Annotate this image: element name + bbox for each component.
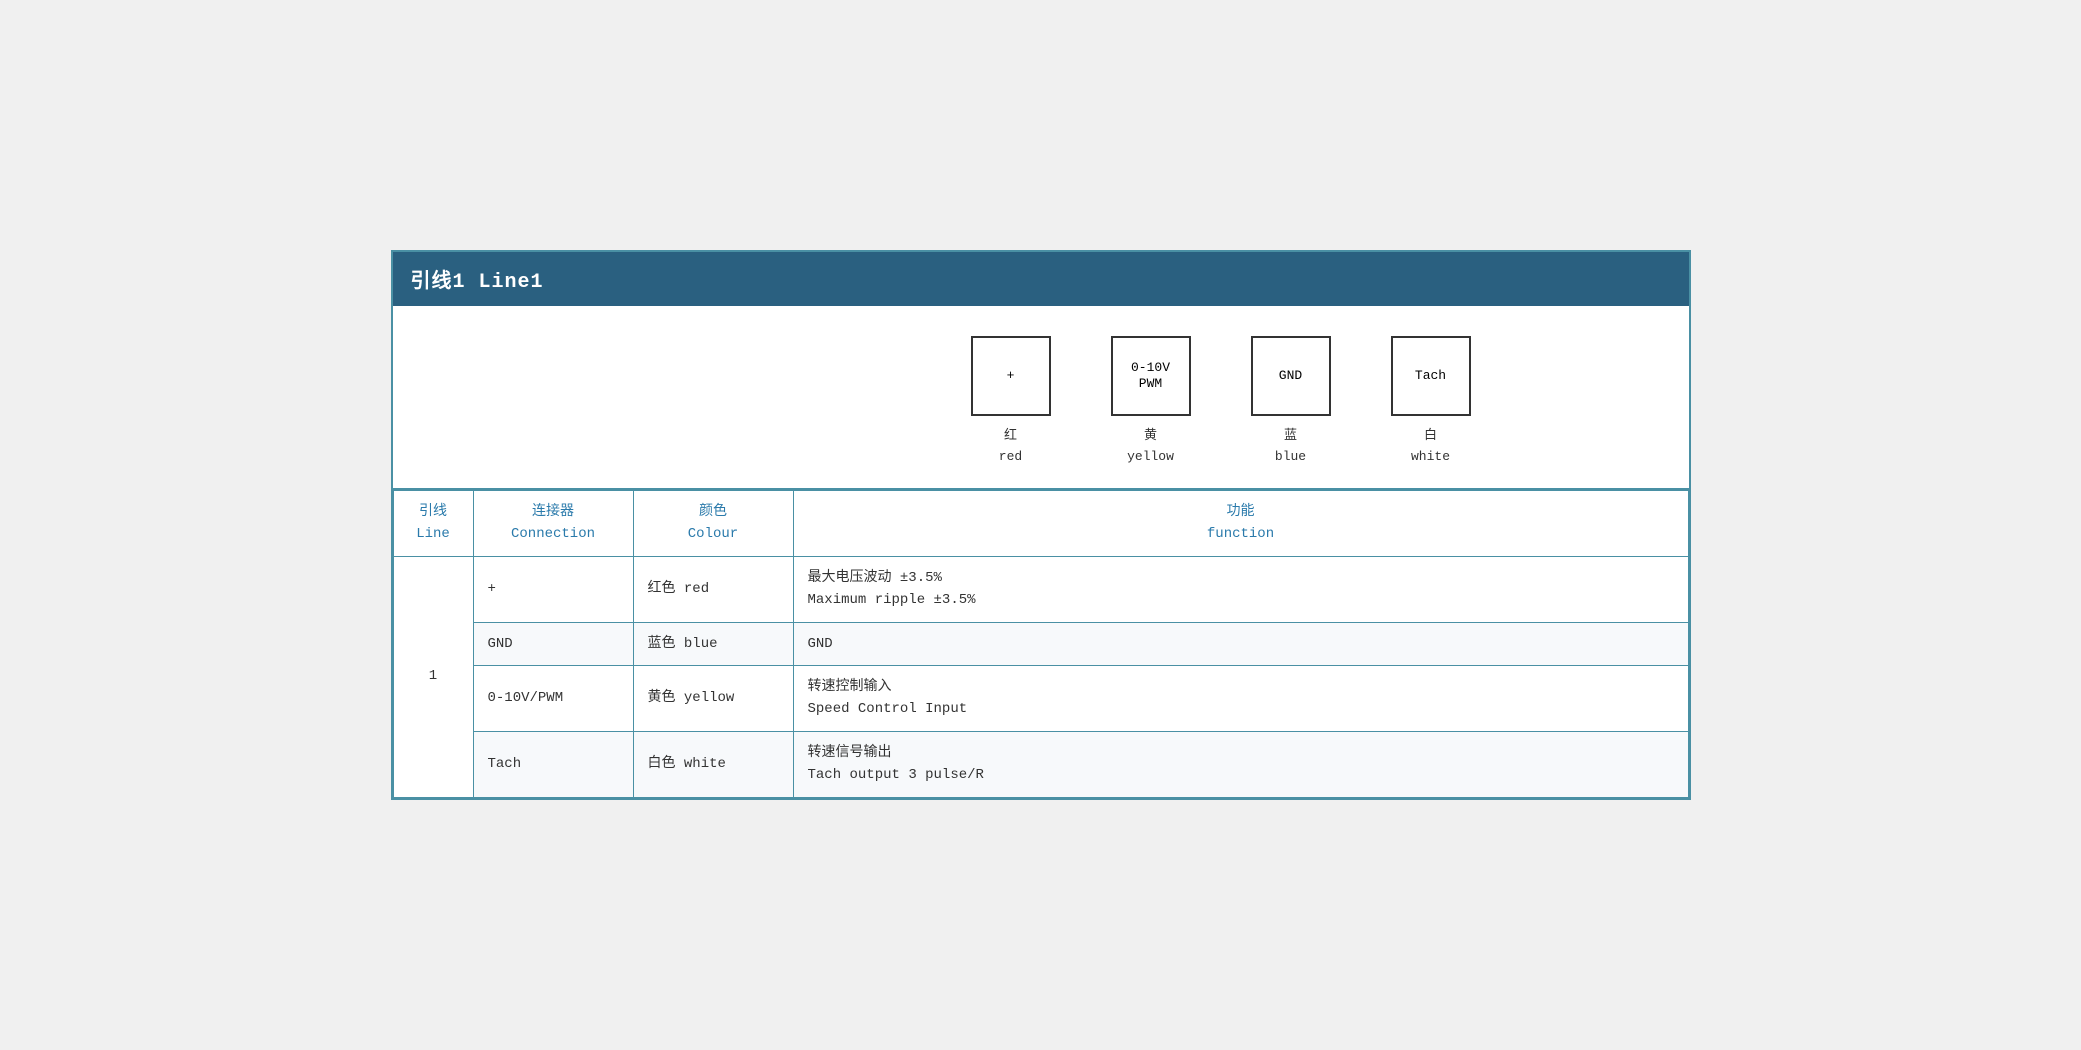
connector-gnd: GND 蓝 blue bbox=[1251, 336, 1331, 468]
table-row: 1 + 红色 red 最大电压波动 ±3.5% Maximum ripple ±… bbox=[393, 556, 1688, 622]
connector-tach-box: Tach bbox=[1391, 336, 1471, 416]
col-header-line: 引线 Line bbox=[393, 491, 473, 557]
col-header-colour: 颜色 Colour bbox=[633, 491, 793, 557]
connector-plus: + 红 red bbox=[971, 336, 1051, 468]
table-row: 0-10V/PWM 黄色 yellow 转速控制输入 Speed Control… bbox=[393, 665, 1688, 731]
connection-gnd: GND bbox=[473, 622, 633, 665]
diagram-section: + 红 red 0-10VPWM 黄 yellow GND 蓝 blue bbox=[393, 306, 1689, 490]
function-pwm: 转速控制输入 Speed Control Input bbox=[793, 665, 1688, 731]
connection-plus: + bbox=[473, 556, 633, 622]
colour-pwm: 黄色 yellow bbox=[633, 665, 793, 731]
table-row: Tach 白色 white 转速信号输出 Tach output 3 pulse… bbox=[393, 731, 1688, 797]
connector-tach: Tach 白 white bbox=[1391, 336, 1471, 468]
line-number: 1 bbox=[393, 556, 473, 797]
data-table: 引线 Line 连接器 Connection 颜色 Colour 功能 func… bbox=[393, 490, 1689, 798]
function-plus: 最大电压波动 ±3.5% Maximum ripple ±3.5% bbox=[793, 556, 1688, 622]
table-header: 引线1 Line1 bbox=[393, 252, 1689, 306]
connector-plus-label: 红 red bbox=[999, 426, 1022, 468]
connector-pwm: 0-10VPWM 黄 yellow bbox=[1111, 336, 1191, 468]
table-row: GND 蓝色 blue GND bbox=[393, 622, 1688, 665]
col-header-connection: 连接器 Connection bbox=[473, 491, 633, 557]
main-container: 引线1 Line1 + 红 red 0-10VPWM 黄 yellow GND bbox=[391, 250, 1691, 799]
function-tach: 转速信号输出 Tach output 3 pulse/R bbox=[793, 731, 1688, 797]
function-gnd: GND bbox=[793, 622, 1688, 665]
connector-tach-label: 白 white bbox=[1411, 426, 1450, 468]
connector-gnd-label: 蓝 blue bbox=[1275, 426, 1306, 468]
colour-tach: 白色 white bbox=[633, 731, 793, 797]
col-header-function: 功能 function bbox=[793, 491, 1688, 557]
connector-pwm-box: 0-10VPWM bbox=[1111, 336, 1191, 416]
colour-gnd: 蓝色 blue bbox=[633, 622, 793, 665]
connector-plus-box: + bbox=[971, 336, 1051, 416]
connection-tach: Tach bbox=[473, 731, 633, 797]
connector-pwm-label: 黄 yellow bbox=[1127, 426, 1174, 468]
table-header-row: 引线 Line 连接器 Connection 颜色 Colour 功能 func… bbox=[393, 491, 1688, 557]
connector-gnd-box: GND bbox=[1251, 336, 1331, 416]
connection-pwm: 0-10V/PWM bbox=[473, 665, 633, 731]
header-title: 引线1 Line1 bbox=[411, 271, 544, 294]
colour-plus: 红色 red bbox=[633, 556, 793, 622]
